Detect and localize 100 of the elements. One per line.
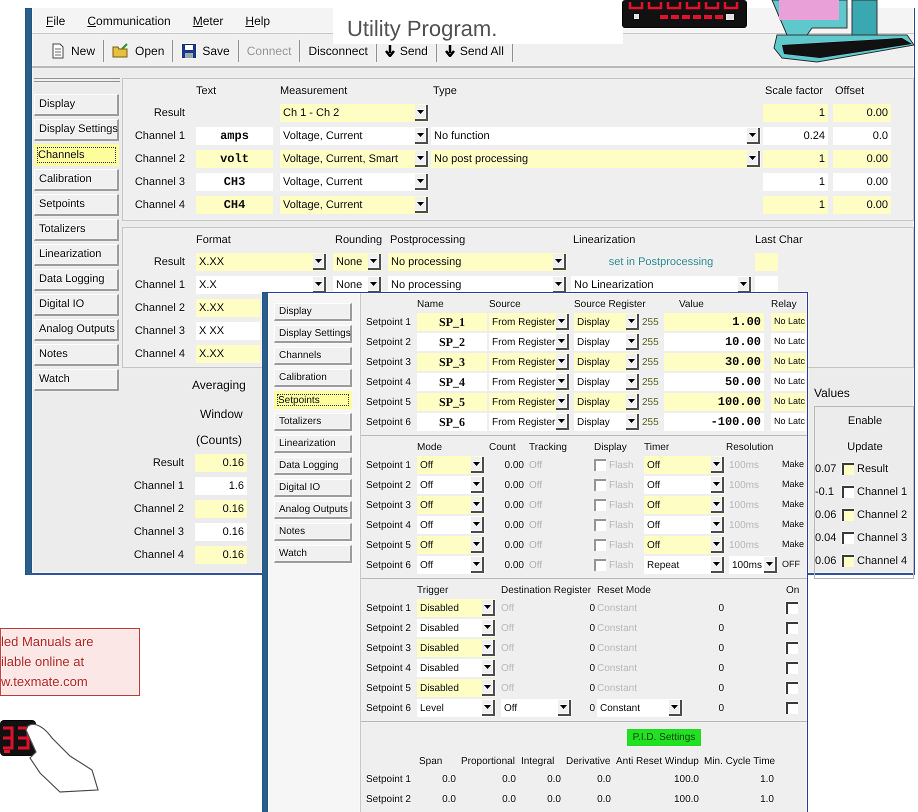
dropdown-button[interactable] xyxy=(415,105,428,121)
dropdown[interactable]: None xyxy=(333,253,381,271)
input-field[interactable]: 30.00 xyxy=(664,353,764,371)
dropdown-button[interactable] xyxy=(482,660,495,676)
dropdown-button[interactable] xyxy=(415,151,428,167)
dropdown-button[interactable] xyxy=(711,537,724,553)
input-field[interactable]: SP_1 xyxy=(417,313,487,331)
input-field[interactable]: 0.00 xyxy=(833,173,891,191)
input-field[interactable]: 0.16 xyxy=(195,546,247,564)
dropdown[interactable]: No post processing xyxy=(431,150,760,168)
dropdown-button[interactable] xyxy=(558,700,571,716)
sidebar-tab[interactable]: Display xyxy=(34,94,119,116)
dropdown-button[interactable] xyxy=(556,354,569,370)
dropdown[interactable]: Off xyxy=(417,556,484,574)
sidebar-tab[interactable]: Notes xyxy=(34,344,119,366)
dropdown-button[interactable] xyxy=(626,374,639,390)
dropdown[interactable]: Off xyxy=(417,496,484,514)
sidebar-tab[interactable]: Watch xyxy=(34,369,119,391)
input-field[interactable]: SP_3 xyxy=(417,353,487,371)
toolbar-button[interactable]: New xyxy=(42,40,104,62)
input-field[interactable]: No Latc xyxy=(771,353,806,371)
dropdown[interactable]: Display xyxy=(574,353,639,371)
sidebar-tab[interactable]: Display xyxy=(274,303,352,321)
input-field[interactable]: CH3 xyxy=(196,173,273,191)
dropdown[interactable]: From Register xyxy=(489,333,569,351)
dropdown-button[interactable] xyxy=(471,497,484,513)
dropdown[interactable]: Voltage, Current xyxy=(280,173,428,191)
dropdown[interactable]: Off xyxy=(644,536,724,554)
sidebar-tab[interactable]: Notes xyxy=(274,523,352,541)
dropdown-button[interactable] xyxy=(482,600,495,616)
dropdown[interactable]: Display xyxy=(574,393,639,411)
dropdown[interactable]: Display xyxy=(574,333,639,351)
toolbar-button[interactable]: Open xyxy=(104,40,174,62)
sidebar-tab[interactable]: Channels xyxy=(274,347,352,365)
dropdown[interactable]: Level xyxy=(417,699,495,717)
input-field[interactable]: SP_6 xyxy=(417,413,487,431)
sidebar-tab[interactable]: Data Logging xyxy=(274,457,352,475)
sidebar-tab[interactable]: Calibration xyxy=(274,369,352,387)
menu-item[interactable]: Communication xyxy=(87,12,171,30)
dropdown-button[interactable] xyxy=(471,517,484,533)
dropdown[interactable]: Display xyxy=(574,313,639,331)
dropdown-button[interactable] xyxy=(711,497,724,513)
input-field[interactable]: X.XX xyxy=(196,345,260,363)
dropdown-button[interactable] xyxy=(626,394,639,410)
dropdown[interactable]: Off xyxy=(417,456,484,474)
toolbar-button[interactable]: Save xyxy=(173,40,239,62)
dropdown[interactable]: Disabled xyxy=(417,679,495,697)
input-field[interactable]: -100.00 xyxy=(664,413,764,431)
dropdown[interactable]: Off xyxy=(417,516,484,534)
dropdown-button[interactable] xyxy=(471,477,484,493)
dropdown[interactable]: Off xyxy=(644,476,724,494)
dropdown[interactable]: Ch 1 - Ch 2 xyxy=(280,104,428,122)
dropdown-button[interactable] xyxy=(482,680,495,696)
dropdown[interactable]: X.X xyxy=(196,276,326,294)
dropdown[interactable]: Voltage, Current xyxy=(280,196,428,214)
dropdown[interactable]: Display xyxy=(574,373,639,391)
dropdown-button[interactable] xyxy=(482,620,495,636)
dropdown[interactable]: Off xyxy=(417,536,484,554)
dropdown-button[interactable] xyxy=(556,314,569,330)
dropdown[interactable]: From Register xyxy=(489,313,569,331)
dropdown[interactable]: Off xyxy=(644,516,724,534)
dropdown-button[interactable] xyxy=(711,457,724,473)
dropdown[interactable]: Display xyxy=(574,413,639,431)
dropdown[interactable]: Disabled xyxy=(417,659,495,677)
dropdown-button[interactable] xyxy=(626,354,639,370)
dropdown-button[interactable] xyxy=(626,414,639,430)
dropdown[interactable]: Off xyxy=(417,476,484,494)
dropdown[interactable]: Voltage, Current, Smart xyxy=(280,150,428,168)
dropdown-button[interactable] xyxy=(482,640,495,656)
dropdown[interactable]: Voltage, Current xyxy=(280,127,428,145)
checkbox[interactable] xyxy=(842,486,854,498)
sidebar-tab[interactable]: Linearization xyxy=(34,244,119,266)
checkbox[interactable] xyxy=(786,642,798,654)
dropdown-button[interactable] xyxy=(626,314,639,330)
dropdown-button[interactable] xyxy=(711,477,724,493)
dropdown[interactable]: Repeat xyxy=(644,556,724,574)
dropdown-button[interactable] xyxy=(415,174,428,190)
dropdown[interactable]: From Register xyxy=(489,373,569,391)
input-field[interactable]: 1.00 xyxy=(664,313,764,331)
dropdown-button[interactable] xyxy=(711,557,724,573)
input-field[interactable]: volt xyxy=(196,150,273,168)
input-field[interactable]: SP_5 xyxy=(417,393,487,411)
sidebar-tab[interactable]: Digital IO xyxy=(274,479,352,497)
input-field[interactable]: 10.00 xyxy=(664,333,764,351)
checkbox[interactable] xyxy=(786,622,798,634)
dropdown[interactable]: 100ms xyxy=(729,556,777,574)
input-field[interactable]: 0.16 xyxy=(195,523,247,541)
input-field[interactable]: 0.0 xyxy=(833,127,891,145)
input-field[interactable]: SP_4 xyxy=(417,373,487,391)
dropdown-button[interactable] xyxy=(669,700,682,716)
dropdown-button[interactable] xyxy=(415,197,428,213)
input-field[interactable]: 0.00 xyxy=(833,196,891,214)
dropdown[interactable]: Constant xyxy=(597,699,682,717)
dropdown-button[interactable] xyxy=(711,517,724,533)
input-field[interactable]: 1 xyxy=(763,196,828,214)
input-field[interactable]: SP_2 xyxy=(417,333,487,351)
dropdown[interactable]: X.XX xyxy=(196,253,326,271)
dropdown[interactable]: Off xyxy=(644,456,724,474)
dropdown-button[interactable] xyxy=(556,394,569,410)
input-field[interactable]: 1 xyxy=(763,104,828,122)
